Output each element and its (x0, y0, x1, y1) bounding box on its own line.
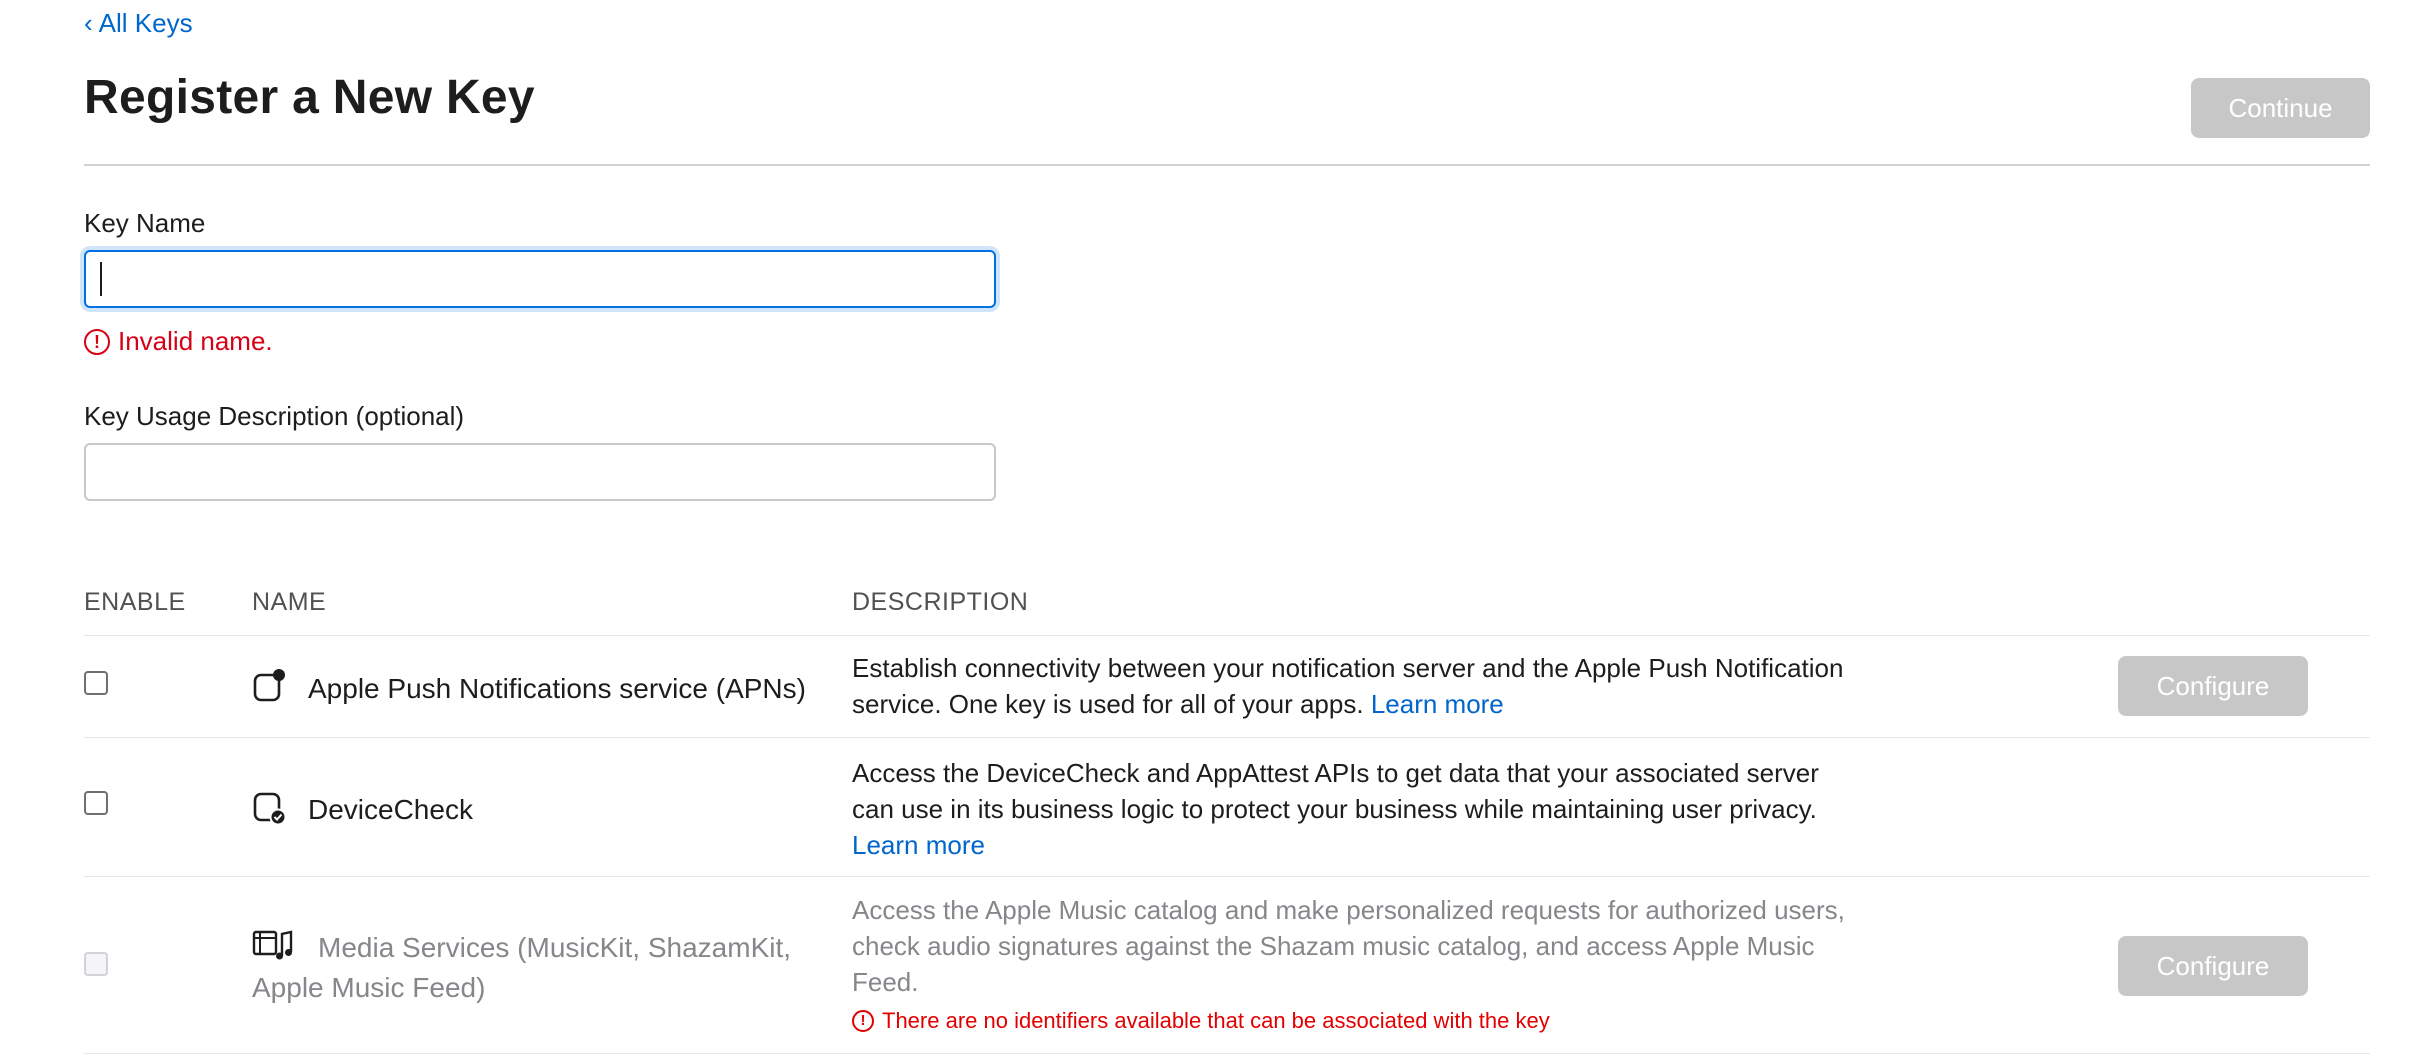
continue-button[interactable]: Continue (2191, 78, 2370, 138)
enable-checkbox-apns[interactable] (84, 671, 108, 695)
learn-more-link-devicecheck[interactable]: Learn more (852, 830, 985, 860)
service-name-devicecheck: DeviceCheck (308, 794, 473, 825)
chevron-left-icon: ‹ (84, 8, 93, 38)
header-divider (84, 164, 2370, 166)
description-text: Establish connectivity between your noti… (852, 653, 1844, 719)
configure-button-apns[interactable]: Configure (2118, 656, 2308, 716)
error-icon: ! (852, 1010, 874, 1032)
service-description-devicecheck: Access the DeviceCheck and AppAttest API… (852, 755, 1852, 863)
key-name-error: ! Invalid name. (84, 326, 273, 357)
device-check-icon (253, 792, 286, 825)
configure-button-media-services[interactable]: Configure (2118, 936, 2308, 996)
service-description-apns: Establish connectivity between your noti… (852, 650, 1852, 722)
key-name-input[interactable] (84, 250, 996, 308)
key-name-label: Key Name (84, 208, 206, 238)
service-name-apns: Apple Push Notifications service (APNs) (308, 673, 806, 704)
push-notification-icon (253, 669, 285, 702)
learn-more-link-apns[interactable]: Learn more (1371, 689, 1504, 719)
column-header-name: NAME (252, 588, 327, 616)
media-services-error: ! There are no identifiers available tha… (852, 1008, 1550, 1034)
table-divider (84, 635, 2370, 636)
register-key-page: ‹ All Keys Register a New Key Continue K… (0, 0, 2430, 1054)
error-icon: ! (84, 328, 110, 355)
service-name-media-services: Media Services (MusicKit, ShazamKit, App… (252, 932, 792, 1003)
table-divider (84, 737, 2370, 738)
table-divider (84, 876, 2370, 877)
enable-checkbox-media-services[interactable] (84, 952, 108, 976)
all-keys-back-link[interactable]: ‹ All Keys (84, 8, 193, 39)
service-description-media-services: Access the Apple Music catalog and make … (852, 895, 1845, 997)
media-services-error-text: There are no identifiers available that … (882, 1008, 1550, 1033)
column-header-enable: ENABLE (84, 588, 186, 616)
description-input[interactable] (84, 443, 996, 501)
description-text: Access the DeviceCheck and AppAttest API… (852, 758, 1819, 824)
description-label: Key Usage Description (optional) (84, 401, 465, 431)
page-title: Register a New Key (84, 71, 535, 124)
text-caret (100, 262, 102, 296)
enable-checkbox-devicecheck[interactable] (84, 791, 108, 815)
back-link-label: All Keys (98, 8, 193, 38)
column-header-description: DESCRIPTION (852, 588, 1029, 616)
key-name-error-text: Invalid name. (118, 326, 273, 356)
